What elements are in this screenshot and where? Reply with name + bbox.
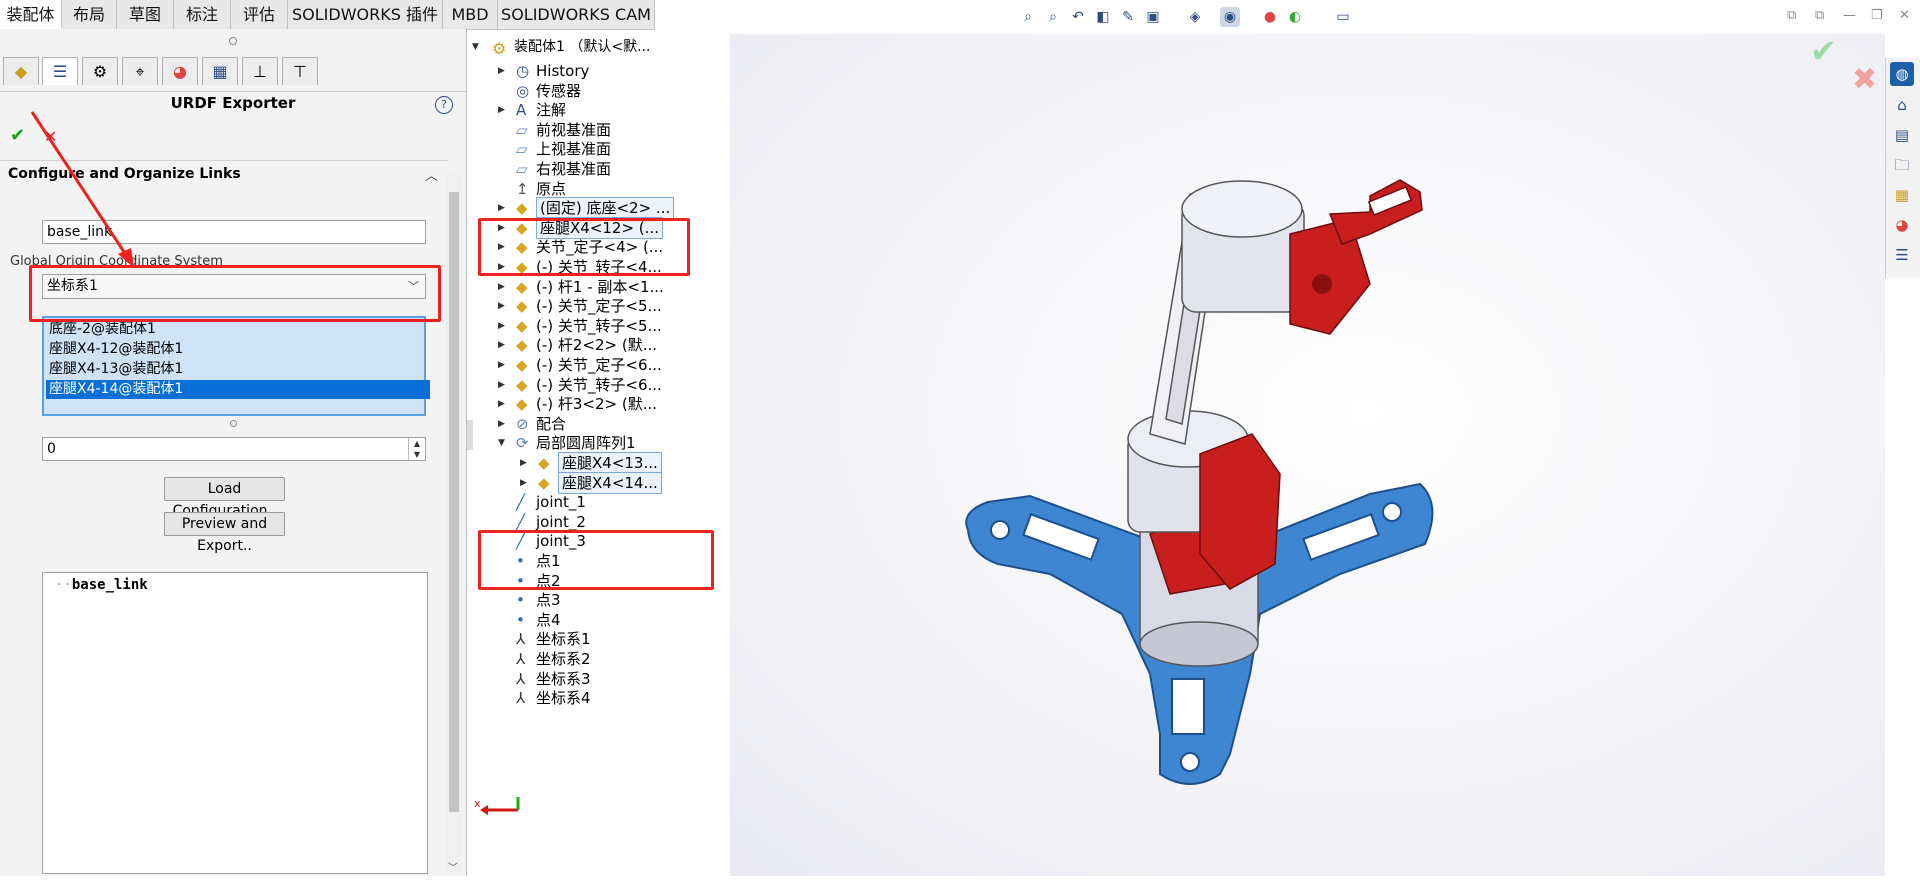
confirm-cancel-icon[interactable]: ✖ — [1852, 62, 1877, 97]
graphics-area[interactable] — [730, 34, 1885, 876]
custom-properties-icon[interactable]: ☰ — [1890, 243, 1914, 267]
solidworks-resources-icon[interactable]: ◍ — [1890, 62, 1914, 86]
file-explorer-icon[interactable]: 🗀 — [1890, 153, 1914, 177]
robot-arm-model[interactable] — [730, 34, 1885, 876]
upper-joint — [1181, 180, 1371, 335]
home-icon[interactable]: ⌂ — [1890, 93, 1914, 117]
view-palette-icon[interactable]: ▦ — [1890, 183, 1914, 207]
end-effector — [1328, 179, 1423, 245]
design-library-icon[interactable]: ▤ — [1890, 123, 1914, 147]
appearances-icon[interactable]: ◕ — [1890, 213, 1914, 237]
confirm-check-icon[interactable]: ✔ — [1810, 32, 1837, 70]
triad-x-label: x — [474, 797, 481, 810]
